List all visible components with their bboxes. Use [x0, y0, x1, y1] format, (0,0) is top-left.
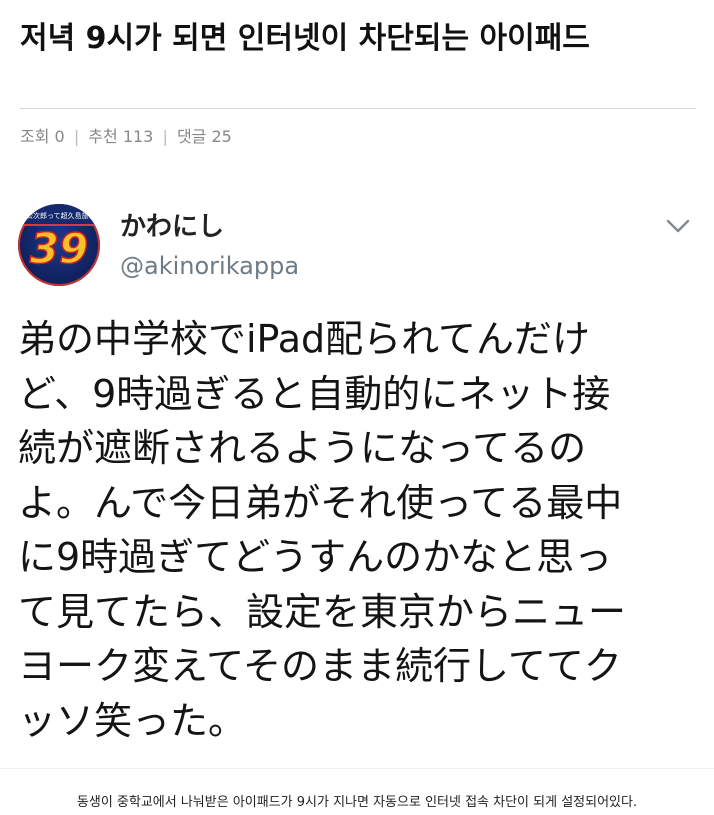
- tweet-display-name[interactable]: かわにし: [120, 212, 224, 242]
- views-count: 조회 0: [20, 127, 65, 146]
- meta-separator: |: [162, 127, 168, 146]
- meta-separator: |: [73, 127, 80, 146]
- comments-count[interactable]: 댓글 25: [177, 127, 232, 146]
- title-divider: [20, 108, 696, 109]
- avatar[interactable]: 公次郎って超久島旅行 39: [18, 204, 100, 286]
- caption-divider: [0, 768, 714, 769]
- recommend-count: 추천 113: [88, 127, 154, 146]
- tweet-card: 公次郎って超久島旅行 39 かわにし @akinorikappa 弟の中学校でi…: [0, 180, 714, 768]
- tweet-handle[interactable]: @akinorikappa: [120, 252, 299, 280]
- avatar-number: 39: [29, 224, 89, 273]
- image-caption: 동생이 중학교에서 나눠받은 아이패드가 9시가 지나면 자동으로 인터넷 접속…: [76, 795, 638, 810]
- avatar-small-text: 公次郎って超久島旅行: [26, 212, 92, 220]
- post-meta: 조회 0 | 추천 113 | 댓글 25: [20, 126, 232, 148]
- tweet-text: 弟の中学校でiPad配られてんだけ ど、9時過ぎると自動的にネット接 続が遮断さ…: [18, 317, 627, 743]
- post-title: 저녁 9시가 되면 인터넷이 차단되는 아이패드: [20, 21, 590, 56]
- chevron-down-icon[interactable]: [664, 216, 692, 236]
